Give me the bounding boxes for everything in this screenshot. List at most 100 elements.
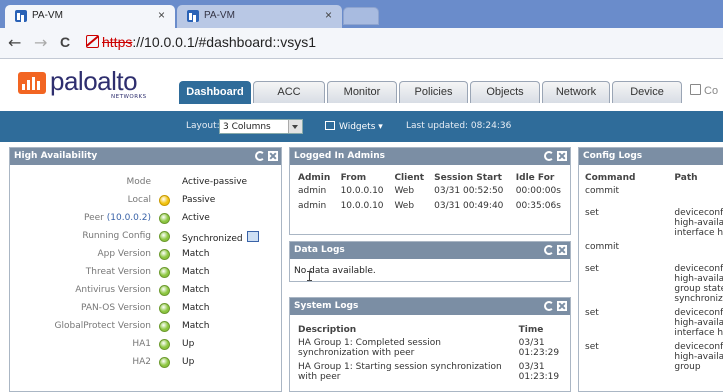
tab-network[interactable]: Network	[542, 81, 610, 103]
new-tab-button[interactable]	[343, 7, 379, 25]
column-header[interactable]: Session Start	[430, 170, 512, 186]
column-header[interactable]: Path	[670, 170, 723, 186]
widget-title: Data Logs	[294, 245, 345, 255]
log-time: 03/31 01:23:29	[518, 338, 560, 358]
table-row: set deviceconfig high-availability interf…	[581, 308, 723, 342]
column-header[interactable]: Idle For	[512, 170, 568, 186]
config-path: deviceconfig high-availability group	[674, 342, 723, 372]
dashboard-toolbar: Layout: 3 Columns Widgets ▾ Last updated…	[0, 111, 723, 142]
ha-row: Mode Active-passive	[10, 174, 281, 192]
column-header[interactable]: From	[337, 170, 391, 186]
widgets-menu[interactable]: Widgets ▾	[325, 121, 383, 132]
tab-monitor[interactable]: Monitor	[327, 81, 397, 103]
table-row: commit	[581, 242, 723, 264]
close-tab-icon[interactable]: ×	[325, 8, 332, 22]
back-arrow-icon[interactable]: ←	[8, 33, 21, 52]
ha-label: Threat Version	[85, 267, 151, 277]
refresh-icon[interactable]	[544, 151, 554, 161]
sync-config-icon[interactable]	[246, 231, 259, 242]
ha-label: HA2	[132, 357, 151, 367]
ha-value: Active	[182, 213, 210, 223]
table-cell: 00:35:06s	[515, 201, 561, 211]
system-logs-widget: System Logs Description Time HA Group 1: …	[289, 297, 571, 392]
column-header[interactable]: Client	[390, 170, 430, 186]
address-bar: ← → C https://10.0.0.1/#dashboard::vsys1	[0, 28, 723, 59]
config-command: set	[585, 308, 599, 318]
ha-label: PAN-OS Version	[81, 303, 151, 313]
forward-arrow-icon[interactable]: →	[34, 33, 47, 52]
reload-icon[interactable]: C	[60, 34, 70, 50]
ha-row: Running Config Synchronized	[10, 228, 281, 246]
refresh-icon[interactable]	[255, 151, 265, 161]
ha-row: HA1 Up	[10, 336, 281, 354]
table-cell: 03/31 00:49:40	[434, 201, 504, 211]
browser-tab-inactive[interactable]: PA-VM ×	[177, 5, 342, 28]
config-command: set	[585, 208, 599, 218]
config-logs-table: CommandPath commit set deviceconfig high-a…	[581, 170, 723, 376]
column-header[interactable]: Admin	[294, 170, 337, 186]
table-row: set deviceconfig high-availability interf…	[581, 208, 723, 242]
browser-tab-label: PA-VM	[204, 10, 235, 21]
close-icon[interactable]	[557, 245, 567, 255]
ha-value: Match	[182, 285, 210, 295]
widget-title: Logged In Admins	[294, 151, 386, 161]
tab-device[interactable]: Device	[612, 81, 682, 103]
column-header[interactable]: Description	[294, 322, 515, 338]
widget-title: System Logs	[294, 301, 359, 311]
tab-objects[interactable]: Objects	[470, 81, 540, 103]
ha-row: HA2 Up	[10, 354, 281, 372]
ha-value: Up	[182, 339, 195, 349]
tab-acc[interactable]: ACC	[253, 81, 325, 103]
table-cell: admin	[298, 186, 327, 196]
table-cell: 03/31 00:52:50	[434, 186, 504, 196]
status-green-icon	[159, 339, 170, 350]
table-cell: 10.0.0.10	[340, 201, 384, 211]
logo-word: paloalto	[50, 66, 138, 96]
status-green-icon	[159, 321, 170, 332]
log-description: HA Group 1: Completed session synchroniz…	[298, 338, 441, 358]
url-field[interactable]: https://10.0.0.1/#dashboard::vsys1	[86, 34, 316, 50]
ha-row: Peer (10.0.0.2) Active	[10, 210, 281, 228]
ha-label: GlobalProtect Version	[54, 321, 152, 331]
close-icon[interactable]	[557, 301, 567, 311]
ha-value: Up	[182, 357, 195, 367]
close-tab-icon[interactable]: ×	[158, 8, 165, 22]
widget-title: Config Logs	[583, 151, 643, 161]
paloalto-favicon-icon	[187, 10, 199, 22]
ha-value: Match	[182, 303, 210, 313]
layout-select[interactable]: 3 Columns	[219, 119, 303, 134]
status-green-icon	[159, 231, 170, 242]
table-row: HA Group 1: Starting session synchroniza…	[294, 362, 566, 386]
ha-label: Antivirus Version	[75, 285, 151, 295]
chevron-down-icon[interactable]	[288, 120, 302, 133]
column-header[interactable]: Time	[515, 322, 566, 338]
browser-tab-strip: PA-VM × PA-VM ×	[0, 0, 723, 28]
config-path: deviceconfig high-availability interface…	[674, 208, 723, 238]
tab-policies[interactable]: Policies	[399, 81, 468, 103]
commit-link[interactable]: Co	[690, 81, 718, 103]
close-icon[interactable]	[557, 151, 567, 161]
table-row: admin 10.0.0.10 Web 03/31 00:49:40 00:35:06s	[294, 201, 568, 216]
peer-ip-link[interactable]: (10.0.0.2)	[107, 213, 151, 223]
ha-label: Local	[127, 195, 151, 205]
logged-in-admins-widget: Logged In Admins Admin From Client Session …	[289, 147, 571, 235]
column-header[interactable]: Command	[581, 170, 670, 186]
table-cell: Web	[394, 186, 415, 196]
ha-row: Antivirus Version Match	[10, 282, 281, 300]
widget-header: Data Logs	[290, 242, 570, 259]
log-time: 03/31 01:23:19	[518, 362, 560, 382]
table-cell: 00:00:00s	[515, 186, 561, 196]
ha-value: Match	[182, 321, 210, 331]
app-header: paloalto NETWORKS Dashboard ACC Monitor …	[0, 59, 723, 111]
status-green-icon	[159, 285, 170, 296]
system-logs-table: Description Time HA Group 1: Completed se…	[294, 322, 566, 386]
refresh-icon[interactable]	[544, 301, 554, 311]
table-row: admin 10.0.0.10 Web 03/31 00:52:50 00:00:00s	[294, 186, 568, 201]
close-icon[interactable]	[268, 151, 278, 161]
commit-label: Co	[704, 85, 719, 97]
tab-dashboard[interactable]: Dashboard	[179, 81, 251, 104]
browser-tab-active[interactable]: PA-VM ×	[5, 5, 175, 28]
refresh-icon[interactable]	[544, 245, 554, 255]
text-cursor-icon	[307, 271, 312, 281]
logo-bars-icon	[18, 72, 46, 94]
